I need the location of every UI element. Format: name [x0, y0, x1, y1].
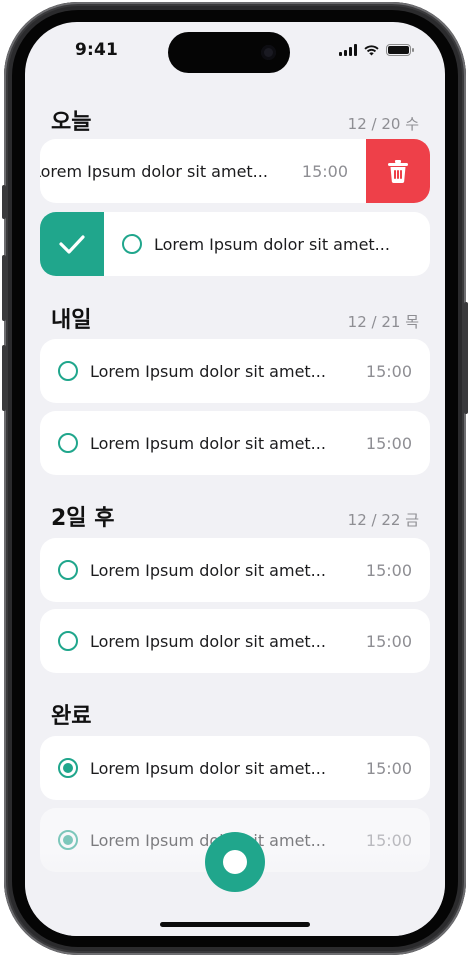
task-radio[interactable] — [122, 234, 142, 254]
task-card[interactable]: Lorem Ipsum dolor sit amet... 15:00 — [40, 538, 430, 602]
battery-icon — [386, 44, 414, 56]
task-card-swiped-complete[interactable]: Lorem Ipsum dolor sit amet... — [40, 212, 430, 276]
task-text: Lorem Ipsum dolor sit amet... — [90, 560, 326, 580]
task-card[interactable]: Lorem Ipsum dolor sit amet... 15:00 — [40, 411, 430, 475]
delete-button[interactable] — [366, 139, 430, 203]
signal-icon — [339, 44, 357, 56]
power-button — [464, 302, 468, 414]
task-card-swiped-delete[interactable]: Lorem Ipsum dolor sit amet... 15:00 — [40, 139, 430, 203]
volume-up-button — [2, 255, 6, 321]
task-text: Lorem Ipsum dolor sit amet... — [90, 758, 326, 778]
status-time: 9:41 — [75, 40, 119, 60]
section-header-tomorrow: 내일 12 / 21 목 — [51, 302, 419, 334]
task-radio[interactable] — [58, 433, 78, 453]
status-icons — [339, 44, 414, 56]
complete-button[interactable] — [40, 212, 104, 276]
section-date: 12 / 22 금 — [347, 511, 419, 529]
task-text: Lorem Ipsum dolor sit amet... — [90, 433, 326, 453]
task-time: 15:00 — [365, 758, 412, 778]
wifi-icon — [364, 45, 379, 56]
home-indicator — [160, 922, 310, 927]
section-title: 내일 — [51, 308, 92, 333]
task-radio[interactable] — [58, 361, 78, 381]
section-title: 2일 후 — [51, 506, 115, 531]
task-text: Lorem Ipsum dolor sit amet... — [40, 161, 268, 181]
volume-down-button — [2, 345, 6, 411]
task-time: 15:00 — [365, 631, 412, 651]
dynamic-island — [168, 32, 290, 73]
camera-icon — [261, 45, 276, 60]
task-text: Lorem Ipsum dolor sit amet... — [154, 234, 390, 254]
section-header-completed: 완료 — [51, 698, 419, 730]
task-time: 15:00 — [365, 361, 412, 381]
section-date: 12 / 20 수 — [347, 115, 419, 133]
task-card-done[interactable]: Lorem Ipsum dolor sit amet... 15:00 — [40, 736, 430, 800]
task-radio[interactable] — [58, 631, 78, 651]
section-title: 오늘 — [51, 110, 92, 135]
section-date: 12 / 21 목 — [347, 313, 419, 331]
task-time: 15:00 — [365, 560, 412, 580]
section-title: 완료 — [51, 704, 92, 729]
task-text: Lorem Ipsum dolor sit amet... — [90, 631, 326, 651]
checkmark-icon — [59, 235, 85, 254]
add-task-button[interactable] — [205, 832, 265, 892]
section-header-today: 오늘 12 / 20 수 — [51, 104, 419, 136]
screen: 9:41 오늘 12 / 20 수 Lorem Ipsum dolor sit … — [25, 22, 445, 936]
task-time: 15:00 — [365, 830, 412, 850]
task-card[interactable]: Lorem Ipsum dolor sit amet... 15:00 — [40, 339, 430, 403]
add-task-icon — [223, 850, 247, 874]
section-header-in-2-days: 2일 후 12 / 22 금 — [51, 500, 419, 532]
task-time: 15:00 — [365, 433, 412, 453]
trash-icon — [388, 160, 408, 183]
task-card[interactable]: Lorem Ipsum dolor sit amet... 15:00 — [40, 609, 430, 673]
task-text: Lorem Ipsum dolor sit amet... — [90, 361, 326, 381]
task-radio-checked[interactable] — [58, 758, 78, 778]
task-radio-checked[interactable] — [58, 830, 78, 850]
task-time: 15:00 — [301, 161, 348, 181]
action-button — [2, 185, 6, 219]
task-radio[interactable] — [58, 560, 78, 580]
